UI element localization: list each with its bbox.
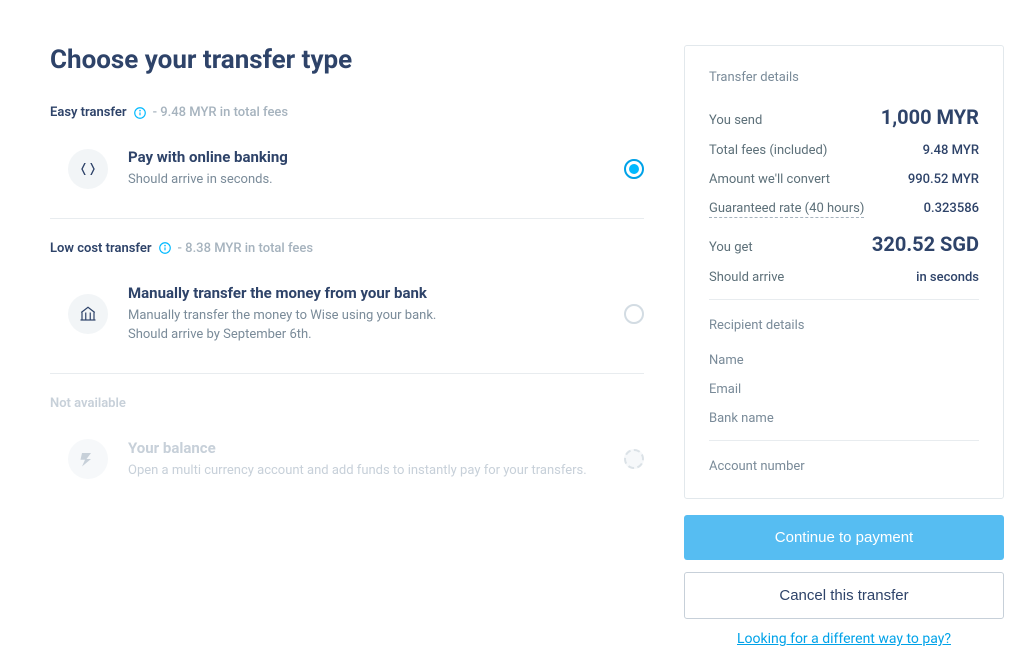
transfer-details-panel: Transfer details You send 1,000 MYR Tota… bbox=[684, 45, 1004, 499]
alternative-payment-link[interactable]: Looking for a different way to pay? bbox=[684, 631, 1004, 647]
option-balance: Your balance Open a multi currency accou… bbox=[50, 429, 644, 509]
option-online-banking-desc: Should arrive in seconds. bbox=[128, 170, 604, 190]
convert-label: Amount we'll convert bbox=[709, 172, 830, 187]
convert-value: 990.52 MYR bbox=[908, 172, 979, 187]
total-fees-value: 9.48 MYR bbox=[923, 143, 979, 158]
rate-value: 0.323586 bbox=[924, 201, 979, 216]
recipient-bank-label: Bank name bbox=[709, 411, 979, 426]
continue-button[interactable]: Continue to payment bbox=[684, 515, 1004, 560]
arrive-value: in seconds bbox=[916, 270, 979, 285]
group-low-label: Low cost transfer bbox=[50, 241, 152, 256]
info-icon[interactable] bbox=[158, 241, 172, 255]
info-icon[interactable] bbox=[133, 106, 147, 120]
group-na-label: Not available bbox=[50, 396, 126, 411]
rate-label[interactable]: Guaranteed rate (40 hours) bbox=[709, 201, 864, 218]
page-title: Choose your transfer type bbox=[50, 45, 644, 75]
transfer-details-heading: Transfer details bbox=[709, 70, 979, 85]
online-banking-icon bbox=[68, 149, 108, 189]
radio-online-banking[interactable] bbox=[624, 159, 644, 179]
you-get-value: 320.52 SGD bbox=[872, 232, 979, 256]
balance-icon bbox=[68, 439, 108, 479]
radio-balance bbox=[624, 449, 644, 469]
option-manual-desc1: Manually transfer the money to Wise usin… bbox=[128, 306, 604, 326]
radio-manual-transfer[interactable] bbox=[624, 304, 644, 324]
recipient-email-label: Email bbox=[709, 382, 979, 397]
group-easy-header: Easy transfer - 9.48 MYR in total fees bbox=[50, 105, 644, 120]
you-get-label: You get bbox=[709, 240, 753, 255]
option-manual-title: Manually transfer the money from your ba… bbox=[128, 284, 604, 302]
recipient-name-label: Name bbox=[709, 353, 979, 368]
option-balance-title: Your balance bbox=[128, 439, 604, 457]
option-online-banking[interactable]: Pay with online banking Should arrive in… bbox=[50, 138, 644, 219]
arrive-label: Should arrive bbox=[709, 270, 784, 285]
option-balance-desc: Open a multi currency account and add fu… bbox=[128, 461, 604, 481]
group-easy-fees: - 9.48 MYR in total fees bbox=[153, 105, 288, 120]
group-low-header: Low cost transfer - 8.38 MYR in total fe… bbox=[50, 241, 644, 256]
recipient-heading: Recipient details bbox=[709, 318, 979, 333]
total-fees-label: Total fees (included) bbox=[709, 143, 827, 158]
cancel-button[interactable]: Cancel this transfer bbox=[684, 572, 1004, 619]
you-send-label: You send bbox=[709, 113, 762, 128]
group-easy-label: Easy transfer bbox=[50, 105, 127, 120]
group-na-header: Not available bbox=[50, 396, 644, 411]
option-online-banking-title: Pay with online banking bbox=[128, 148, 604, 166]
you-send-value: 1,000 MYR bbox=[881, 105, 979, 129]
recipient-account-label: Account number bbox=[709, 459, 979, 474]
bank-icon bbox=[68, 294, 108, 334]
option-manual-desc2: Should arrive by September 6th. bbox=[128, 325, 604, 345]
option-manual-transfer[interactable]: Manually transfer the money from your ba… bbox=[50, 274, 644, 374]
group-low-fees: - 8.38 MYR in total fees bbox=[178, 241, 313, 256]
